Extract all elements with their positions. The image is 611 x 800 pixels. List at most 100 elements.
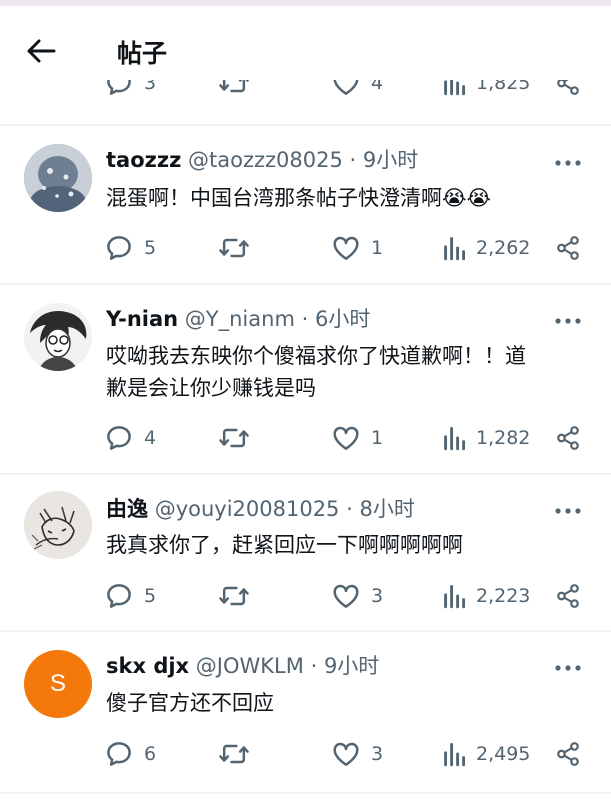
- more-options-button[interactable]: [553, 501, 583, 521]
- share-icon: [557, 742, 579, 766]
- post-text-line: 哎呦我去东映你个傻福求你了快道歉啊！！道: [106, 344, 526, 368]
- like-button[interactable]: 1: [331, 423, 383, 453]
- reply-button[interactable]: 4: [104, 423, 156, 453]
- more-icon: [555, 160, 581, 166]
- like-count: 1: [371, 237, 384, 259]
- post-text-content: 混蛋啊！中国台湾那条帖子快澄清啊: [106, 186, 442, 210]
- views-button[interactable]: 2,223: [442, 581, 530, 611]
- separator-dot: ·: [310, 654, 318, 678]
- views-button[interactable]: 1,825: [442, 80, 530, 98]
- reply-button[interactable]: 5: [104, 233, 156, 263]
- top-header: 帖子: [0, 6, 611, 80]
- views-count: 2,262: [476, 237, 531, 259]
- reply-icon: [107, 742, 131, 766]
- like-icon: [333, 80, 359, 95]
- like-button[interactable]: 4: [331, 80, 383, 98]
- like-button[interactable]: 3: [331, 581, 383, 611]
- page-title: 帖子: [117, 39, 168, 68]
- post-header: Y-nian @Y_nianm · 6小时: [106, 305, 370, 333]
- reply-count: 4: [144, 427, 157, 449]
- repost-button[interactable]: [218, 581, 250, 611]
- post-header: skx djx @JOWKLM · 9小时: [106, 652, 379, 680]
- like-count: 3: [371, 743, 384, 765]
- back-button[interactable]: [24, 36, 58, 66]
- like-icon: [333, 236, 359, 260]
- repost-icon: [219, 80, 249, 93]
- views-count: 1,825: [476, 80, 531, 94]
- divider: [0, 792, 611, 794]
- repost-icon: [219, 744, 249, 764]
- more-icon: [555, 318, 581, 324]
- back-arrow-icon: [27, 39, 56, 63]
- share-button[interactable]: [555, 423, 581, 453]
- reply-icon: [107, 426, 131, 450]
- post-actions: 4 1 1,282: [0, 423, 611, 453]
- avatar[interactable]: [24, 303, 92, 371]
- avatar-letter: S: [49, 670, 66, 697]
- display-name[interactable]: 由逸: [106, 497, 148, 521]
- more-options-button[interactable]: [553, 153, 583, 173]
- post-text: 混蛋啊！中国台湾那条帖子快澄清啊😭😭: [106, 182, 596, 214]
- post-time[interactable]: 9小时: [363, 148, 418, 172]
- reply-icon: [107, 584, 131, 608]
- reply-count: 5: [144, 237, 157, 259]
- post-time[interactable]: 8小时: [359, 497, 414, 521]
- avatar[interactable]: [24, 491, 92, 559]
- repost-button[interactable]: [218, 739, 250, 769]
- more-options-button[interactable]: [553, 658, 583, 678]
- repost-icon: [219, 238, 249, 258]
- repost-button[interactable]: [218, 80, 250, 98]
- share-icon: [557, 426, 579, 450]
- avatar[interactable]: S: [24, 650, 92, 718]
- reply-icon: [107, 80, 131, 95]
- reply-count: 6: [144, 743, 157, 765]
- share-button[interactable]: [555, 233, 581, 263]
- separator-dot: ·: [349, 148, 357, 172]
- post-text: 傻子官方还不回应: [106, 691, 274, 715]
- post-header: 由逸 @youyi20081025 · 8小时: [106, 495, 415, 523]
- views-button[interactable]: 1,282: [442, 423, 530, 453]
- views-icon: [444, 236, 466, 261]
- share-button[interactable]: [555, 581, 581, 611]
- divider: [0, 124, 611, 126]
- share-button[interactable]: [555, 80, 581, 98]
- emoji: 😭😭: [442, 186, 492, 210]
- user-handle[interactable]: @JOWKLM: [196, 654, 304, 678]
- like-button[interactable]: 3: [331, 739, 383, 769]
- reply-button[interactable]: 5: [104, 581, 156, 611]
- more-options-button[interactable]: [553, 311, 583, 331]
- views-icon: [444, 426, 466, 451]
- divider: [0, 630, 611, 632]
- post-actions: 5 3 2,223: [0, 581, 611, 611]
- display-name[interactable]: taozzz: [106, 148, 181, 172]
- share-icon: [557, 584, 579, 608]
- repost-button[interactable]: [218, 423, 250, 453]
- like-count: 3: [371, 585, 384, 607]
- display-name[interactable]: Y-nian: [106, 307, 178, 331]
- separator-dot: ·: [346, 497, 353, 521]
- reply-button[interactable]: 6: [104, 739, 156, 769]
- like-count: 4: [371, 80, 384, 94]
- repost-button[interactable]: [218, 233, 250, 263]
- post-time[interactable]: 6小时: [315, 307, 370, 331]
- share-button[interactable]: [555, 739, 581, 769]
- user-handle[interactable]: @Y_nianm: [185, 307, 295, 331]
- repost-icon: [219, 586, 249, 606]
- post-text: 我真求你了，赶紧回应一下啊啊啊啊啊: [106, 533, 463, 557]
- views-button[interactable]: 2,262: [442, 233, 530, 263]
- share-icon: [557, 80, 579, 95]
- post-actions: 5 1 2,262: [0, 233, 611, 263]
- share-icon: [557, 236, 579, 260]
- divider: [0, 283, 611, 285]
- display-name[interactable]: skx djx: [106, 654, 189, 678]
- post-time[interactable]: 9小时: [324, 654, 379, 678]
- avatar[interactable]: [24, 144, 92, 212]
- reply-icon: [107, 236, 131, 260]
- views-button[interactable]: 2,495: [442, 739, 530, 769]
- reply-button[interactable]: 3: [104, 80, 156, 98]
- like-button[interactable]: 1: [331, 233, 383, 263]
- separator-dot: ·: [301, 307, 309, 331]
- user-handle[interactable]: @youyi20081025: [155, 497, 340, 521]
- user-handle[interactable]: @taozzz08025: [188, 148, 343, 172]
- like-icon: [333, 426, 359, 450]
